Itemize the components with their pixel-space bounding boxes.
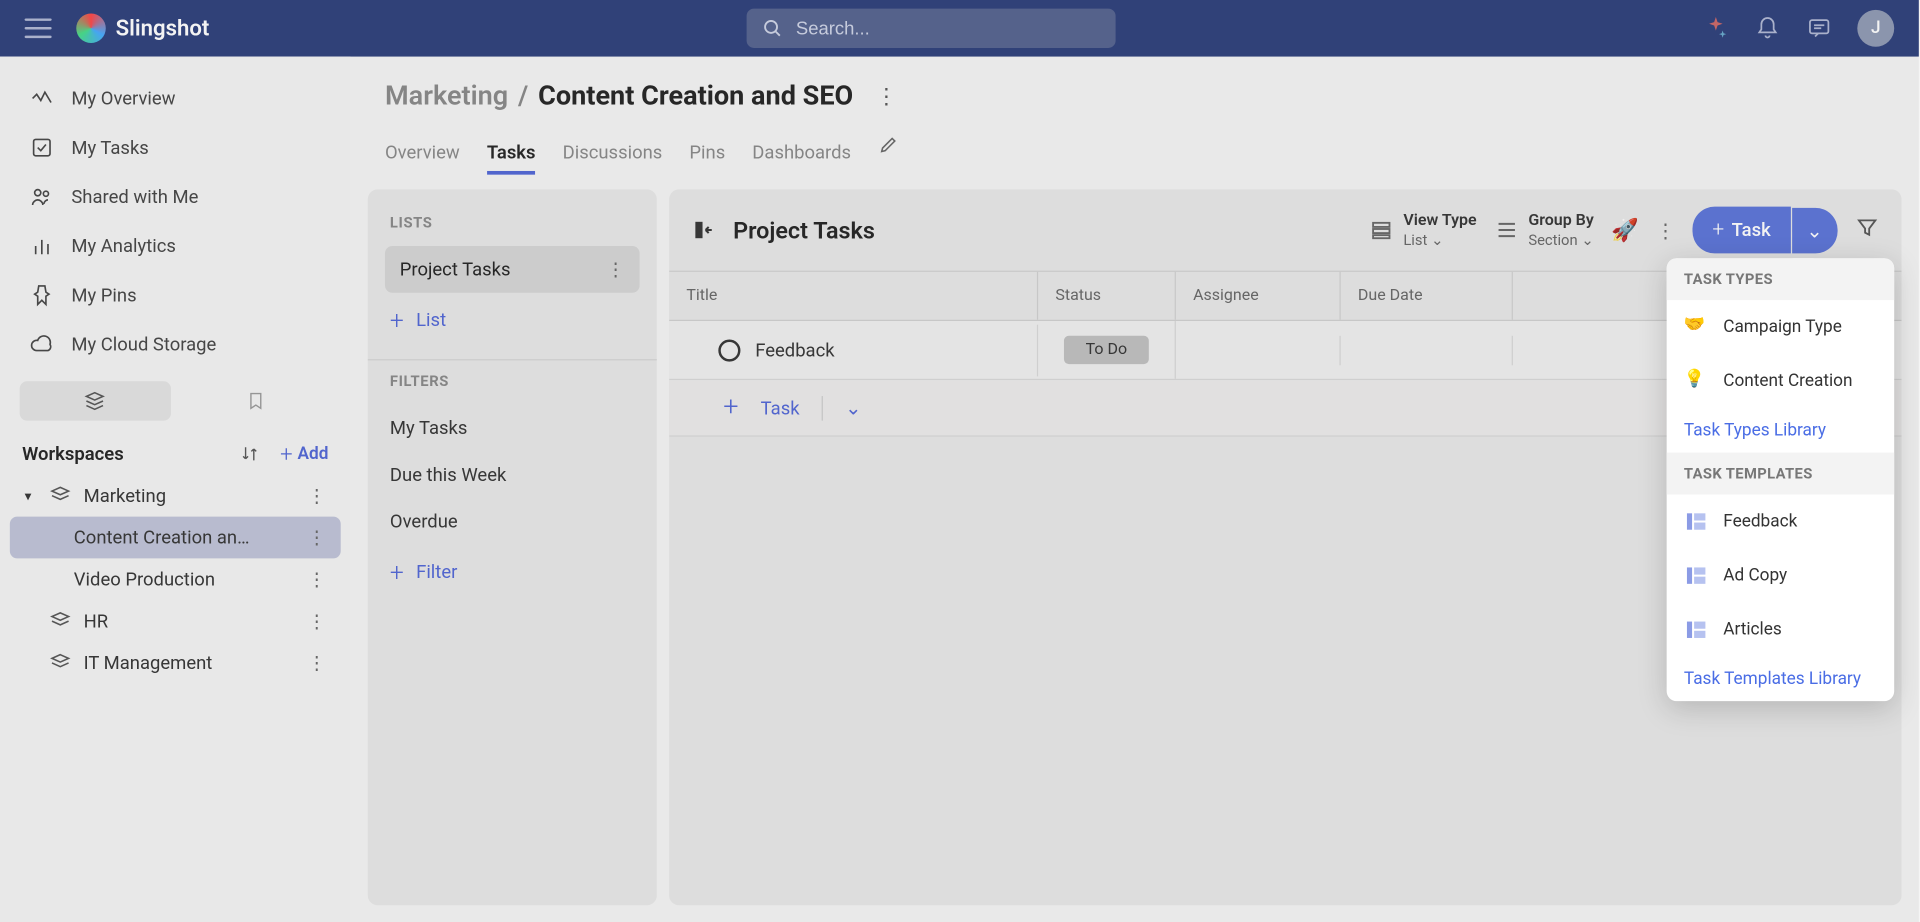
- task-template-feedback[interactable]: Feedback: [1667, 494, 1895, 548]
- task-type-label: Content Creation: [1723, 371, 1852, 391]
- task-type-label: Campaign Type: [1723, 317, 1842, 337]
- handshake-icon: 🤝: [1684, 315, 1709, 340]
- lightbulb-icon: 💡: [1684, 369, 1709, 394]
- task-template-articles[interactable]: Articles: [1667, 603, 1895, 657]
- task-templates-header: TASK TEMPLATES: [1667, 453, 1895, 495]
- task-types-header: TASK TYPES: [1667, 258, 1895, 300]
- template-icon: [1684, 617, 1709, 642]
- task-template-label: Feedback: [1723, 512, 1797, 532]
- modal-overlay[interactable]: [0, 0, 1919, 922]
- task-types-library-link[interactable]: Task Types Library: [1667, 408, 1895, 452]
- task-type-content-creation[interactable]: 💡 Content Creation: [1667, 354, 1895, 408]
- task-template-ad-copy[interactable]: Ad Copy: [1667, 549, 1895, 603]
- task-template-label: Ad Copy: [1723, 566, 1787, 586]
- task-template-label: Articles: [1723, 620, 1782, 640]
- task-templates-library-link[interactable]: Task Templates Library: [1667, 657, 1895, 701]
- task-dropdown-popover: TASK TYPES 🤝 Campaign Type 💡 Content Cre…: [1667, 258, 1895, 701]
- template-icon: [1684, 509, 1709, 534]
- task-type-campaign[interactable]: 🤝 Campaign Type: [1667, 300, 1895, 354]
- template-icon: [1684, 563, 1709, 588]
